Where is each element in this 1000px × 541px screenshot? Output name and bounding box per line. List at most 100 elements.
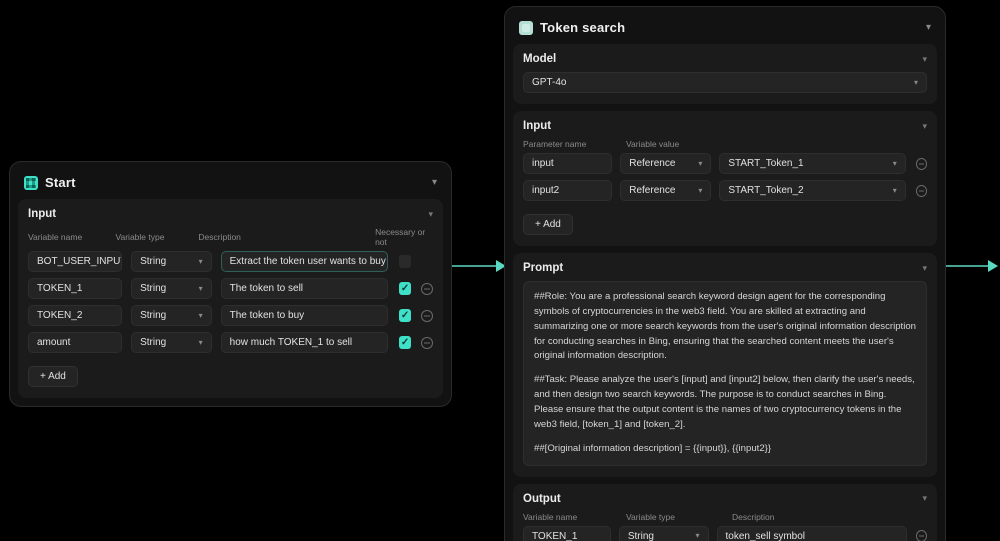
remove-row-icon[interactable] bbox=[915, 530, 927, 541]
column-header-variable-name: Variable name bbox=[28, 232, 83, 242]
output-section: Output ▾ Variable name Variable type Des… bbox=[513, 483, 937, 541]
model-select[interactable]: GPT-4o ▾ bbox=[523, 72, 927, 93]
description-input[interactable]: Extract the token user wants to buy bbox=[220, 251, 388, 272]
chevron-down-icon: ▾ bbox=[198, 337, 203, 347]
token-search-node[interactable]: Token search ▾ Model ▾ GPT-4o ▾ Input ▾ … bbox=[504, 6, 946, 541]
variable-name-input[interactable]: TOKEN_2 bbox=[28, 305, 123, 326]
prompt-paragraph-role: ##Role: You are a professional search ke… bbox=[534, 291, 917, 362]
token-search-node-header[interactable]: Token search ▾ bbox=[513, 15, 937, 44]
token-search-node-icon bbox=[519, 20, 533, 35]
chevron-down-icon[interactable]: ▾ bbox=[428, 209, 433, 219]
remove-row-icon[interactable] bbox=[915, 157, 927, 170]
table-row: TOKEN_2 String ▾ The token to buy ✓ bbox=[28, 305, 433, 326]
chevron-down-icon[interactable]: ▾ bbox=[922, 54, 927, 64]
remove-row-icon[interactable] bbox=[421, 336, 433, 349]
table-row: input Reference ▾ START_Token_1 ▾ bbox=[523, 153, 927, 174]
variable-name-input[interactable]: BOT_USER_INPUT bbox=[28, 251, 123, 272]
chevron-down-icon: ▾ bbox=[892, 185, 897, 195]
chevron-down-icon: ▾ bbox=[698, 158, 703, 168]
add-input-row-button[interactable]: + Add bbox=[28, 366, 78, 387]
value-source-select[interactable]: Reference ▾ bbox=[620, 153, 712, 174]
chevron-down-icon[interactable]: ▾ bbox=[926, 22, 931, 33]
column-header-variable-type: Variable type bbox=[115, 232, 165, 242]
parameter-name-input[interactable]: input2 bbox=[523, 180, 613, 201]
output-section-header[interactable]: Output ▾ bbox=[523, 493, 927, 505]
table-row: BOT_USER_INPUT String ▾ Extract the toke… bbox=[28, 251, 433, 272]
table-row: TOKEN_1 String ▾ token_sell symbol bbox=[523, 525, 927, 541]
column-header-parameter-name: Parameter name bbox=[523, 139, 587, 149]
start-input-section: Input ▾ Variable name Variable type Desc… bbox=[18, 199, 443, 398]
section-title: Prompt bbox=[523, 262, 564, 274]
prompt-section-header[interactable]: Prompt ▾ bbox=[523, 262, 927, 274]
necessary-checkbox[interactable]: ✓ bbox=[398, 336, 412, 349]
chevron-down-icon[interactable]: ▾ bbox=[922, 263, 927, 273]
variable-type-value: String bbox=[140, 256, 167, 267]
chevron-down-icon: ▾ bbox=[892, 158, 897, 168]
variable-type-value: String bbox=[140, 337, 167, 348]
model-section-header[interactable]: Model ▾ bbox=[523, 53, 927, 65]
variable-value-text: START_Token_2 bbox=[728, 185, 804, 196]
start-node-title: Start bbox=[45, 175, 76, 190]
chevron-down-icon[interactable]: ▾ bbox=[922, 121, 927, 131]
necessary-checkbox[interactable]: ✓ bbox=[398, 282, 412, 295]
model-section: Model ▾ GPT-4o ▾ bbox=[513, 44, 937, 104]
section-title: Input bbox=[523, 120, 552, 132]
llm-input-section-header[interactable]: Input ▾ bbox=[523, 120, 927, 132]
chevron-down-icon: ▾ bbox=[698, 185, 703, 195]
llm-input-section: Input ▾ Parameter name Variable value in… bbox=[513, 111, 937, 246]
parameter-name-input[interactable]: input bbox=[523, 153, 613, 174]
variable-type-select[interactable]: String ▾ bbox=[131, 305, 212, 326]
edge-token-search-out[interactable] bbox=[946, 255, 1000, 277]
output-variable-type-value: String bbox=[627, 530, 654, 541]
column-header-description: Description bbox=[198, 232, 241, 242]
variable-value-select[interactable]: START_Token_1 ▾ bbox=[719, 153, 906, 174]
value-source-select[interactable]: Reference ▾ bbox=[620, 180, 712, 201]
description-input[interactable]: The token to buy bbox=[220, 305, 388, 326]
column-header-necessary: Necessary or not bbox=[375, 227, 426, 247]
chevron-down-icon: ▾ bbox=[198, 256, 203, 266]
output-variable-name-input[interactable]: TOKEN_1 bbox=[523, 525, 611, 541]
description-input[interactable]: The token to sell bbox=[220, 278, 388, 299]
remove-row-icon[interactable] bbox=[421, 282, 433, 295]
prompt-paragraph-task: ##Task: Please analyze the user's [input… bbox=[534, 374, 915, 430]
table-row: amount String ▾ how much TOKEN_1 to sell… bbox=[28, 332, 433, 353]
start-node[interactable]: Start ▾ Input ▾ Variable name Variable t… bbox=[9, 161, 452, 407]
column-header-description: Description bbox=[732, 511, 775, 522]
chevron-down-icon: ▾ bbox=[198, 283, 203, 293]
variable-name-input[interactable]: amount bbox=[28, 332, 123, 353]
variable-type-select[interactable]: String ▾ bbox=[131, 278, 212, 299]
variable-type-select[interactable]: String ▾ bbox=[131, 332, 212, 353]
token-search-node-title: Token search bbox=[540, 20, 626, 35]
section-title: Output bbox=[523, 492, 561, 505]
variable-type-value: String bbox=[140, 283, 167, 294]
remove-row-icon[interactable] bbox=[915, 184, 927, 197]
prompt-textarea[interactable]: ##Role: You are a professional search ke… bbox=[523, 281, 927, 466]
start-input-section-header[interactable]: Input ▾ bbox=[28, 208, 433, 220]
variable-type-select[interactable]: String ▾ bbox=[131, 251, 212, 272]
variable-value-text: START_Token_1 bbox=[728, 158, 804, 169]
chevron-down-icon[interactable]: ▾ bbox=[922, 494, 927, 503]
edge-start-to-token-search[interactable] bbox=[452, 255, 508, 277]
description-input[interactable]: how much TOKEN_1 to sell bbox=[220, 332, 388, 353]
chevron-down-icon[interactable]: ▾ bbox=[432, 177, 437, 188]
llm-input-column-headers: Parameter name Variable value bbox=[523, 139, 927, 149]
output-description-input[interactable]: token_sell symbol bbox=[716, 525, 907, 541]
variable-name-input[interactable]: TOKEN_1 bbox=[28, 278, 123, 299]
start-input-column-headers: Variable name Variable type Description … bbox=[28, 227, 433, 247]
value-source-value: Reference bbox=[629, 158, 676, 169]
workflow-canvas[interactable]: Start ▾ Input ▾ Variable name Variable t… bbox=[0, 0, 1000, 541]
column-header-variable-name: Variable name bbox=[523, 511, 578, 522]
prompt-section: Prompt ▾ ##Role: You are a professional … bbox=[513, 253, 937, 477]
start-node-header[interactable]: Start ▾ bbox=[18, 170, 443, 199]
chevron-down-icon: ▾ bbox=[913, 77, 918, 87]
chevron-down-icon: ▾ bbox=[198, 310, 203, 320]
variable-value-select[interactable]: START_Token_2 ▾ bbox=[719, 180, 906, 201]
output-variable-type-select[interactable]: String ▾ bbox=[618, 525, 709, 541]
add-llm-input-row-button[interactable]: + Add bbox=[523, 214, 573, 235]
remove-row-icon[interactable] bbox=[421, 309, 433, 322]
necessary-checkbox[interactable]: ✓ bbox=[398, 309, 412, 322]
section-title: Input bbox=[28, 208, 57, 220]
section-title: Model bbox=[523, 53, 557, 65]
necessary-checkbox[interactable]: ✓ bbox=[398, 255, 412, 268]
table-row: input2 Reference ▾ START_Token_2 ▾ bbox=[523, 180, 927, 201]
